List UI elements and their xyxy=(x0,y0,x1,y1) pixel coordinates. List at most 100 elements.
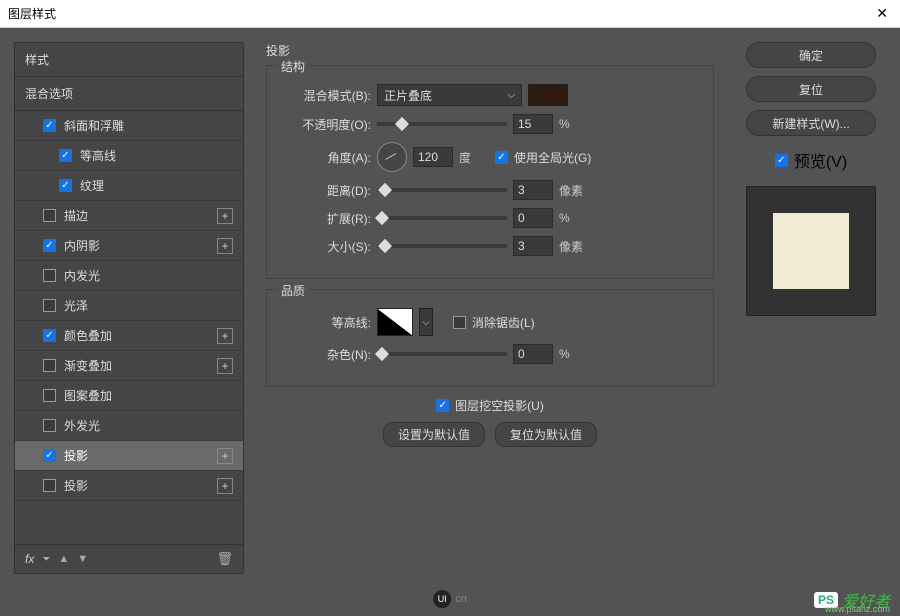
style-checkbox[interactable] xyxy=(43,359,56,372)
styles-header[interactable]: 样式 xyxy=(15,43,243,77)
size-label: 大小(S): xyxy=(281,238,371,255)
style-item-12[interactable]: 投影+ xyxy=(15,471,243,501)
style-item-7[interactable]: 颜色叠加+ xyxy=(15,321,243,351)
opacity-unit: % xyxy=(559,117,589,131)
style-checkbox[interactable] xyxy=(59,179,72,192)
distance-unit: 像素 xyxy=(559,182,589,199)
make-default-button[interactable]: 设置为默认值 xyxy=(383,422,485,447)
quality-fieldset: 品质 等高线: ⌵ 消除锯齿(L) 杂色(N): % xyxy=(266,289,714,387)
style-checkbox[interactable] xyxy=(43,299,56,312)
style-item-4[interactable]: 内阴影+ xyxy=(15,231,243,261)
distance-label: 距离(D): xyxy=(281,182,371,199)
noise-input[interactable] xyxy=(513,344,553,364)
antialias-label: 消除锯齿(L) xyxy=(472,314,535,331)
style-item-3[interactable]: 描边+ xyxy=(15,201,243,231)
global-light-checkbox[interactable] xyxy=(495,151,508,164)
noise-unit: % xyxy=(559,347,589,361)
style-checkbox[interactable] xyxy=(43,389,56,402)
style-checkbox[interactable] xyxy=(43,419,56,432)
style-label: 投影 xyxy=(64,477,217,494)
structure-fieldset: 结构 混合模式(B): 正片叠底 不透明度(O): % 角度(A): 度 使用全… xyxy=(266,65,714,279)
angle-input[interactable] xyxy=(413,147,453,167)
settings-panel: 投影 结构 混合模式(B): 正片叠底 不透明度(O): % 角度(A): 度 xyxy=(258,42,722,574)
new-style-button[interactable]: 新建样式(W)... xyxy=(746,110,876,136)
quality-legend: 品质 xyxy=(277,282,309,299)
angle-unit: 度 xyxy=(459,149,489,166)
style-label: 纹理 xyxy=(80,177,233,194)
style-label: 图案叠加 xyxy=(64,387,233,404)
style-item-2[interactable]: 纹理 xyxy=(15,171,243,201)
style-label: 颜色叠加 xyxy=(64,327,217,344)
style-item-6[interactable]: 光泽 xyxy=(15,291,243,321)
plus-icon[interactable]: + xyxy=(217,208,233,224)
trash-icon[interactable]: 🗑 xyxy=(216,551,233,567)
style-label: 内发光 xyxy=(64,267,233,284)
action-panel: 确定 复位 新建样式(W)... 预览(V) xyxy=(736,42,886,574)
spread-unit: % xyxy=(559,211,589,225)
style-item-5[interactable]: 内发光 xyxy=(15,261,243,291)
style-label: 斜面和浮雕 xyxy=(64,117,233,134)
contour-picker[interactable] xyxy=(377,308,413,336)
style-label: 光泽 xyxy=(64,297,233,314)
arrow-down-icon[interactable]: ▼ xyxy=(77,553,88,565)
style-label: 等高线 xyxy=(80,147,233,164)
fx-caret-icon[interactable]: ⏷ xyxy=(42,554,50,565)
style-checkbox[interactable] xyxy=(43,449,56,462)
angle-dial[interactable] xyxy=(377,142,407,172)
contour-label: 等高线: xyxy=(281,314,371,331)
style-checkbox[interactable] xyxy=(43,119,56,132)
ui-logo-icon: UI xyxy=(433,590,451,608)
antialias-checkbox[interactable] xyxy=(453,316,466,329)
opacity-label: 不透明度(O): xyxy=(281,116,371,133)
knockout-checkbox[interactable] xyxy=(436,399,449,412)
style-item-1[interactable]: 等高线 xyxy=(15,141,243,171)
style-label: 外发光 xyxy=(64,417,233,434)
style-checkbox[interactable] xyxy=(43,329,56,342)
style-checkbox[interactable] xyxy=(43,269,56,282)
style-item-9[interactable]: 图案叠加 xyxy=(15,381,243,411)
style-item-8[interactable]: 渐变叠加+ xyxy=(15,351,243,381)
style-item-11[interactable]: 投影+ xyxy=(15,441,243,471)
opacity-slider[interactable] xyxy=(377,122,507,126)
preview-label: 预览(V) xyxy=(794,148,847,172)
reset-default-button[interactable]: 复位为默认值 xyxy=(495,422,597,447)
preview-checkbox[interactable] xyxy=(775,154,788,167)
plus-icon[interactable]: + xyxy=(217,448,233,464)
blend-mode-label: 混合模式(B): xyxy=(281,87,371,104)
plus-icon[interactable]: + xyxy=(217,358,233,374)
distance-input[interactable] xyxy=(513,180,553,200)
window-title: 图层样式 xyxy=(8,5,56,22)
blend-options[interactable]: 混合选项 xyxy=(15,77,243,111)
color-swatch[interactable] xyxy=(528,84,568,106)
size-unit: 像素 xyxy=(559,238,589,255)
style-checkbox[interactable] xyxy=(59,149,72,162)
opacity-input[interactable] xyxy=(513,114,553,134)
section-title: 投影 xyxy=(266,42,714,59)
cancel-button[interactable]: 复位 xyxy=(746,76,876,102)
noise-slider[interactable] xyxy=(377,352,507,356)
size-slider[interactable] xyxy=(377,244,507,248)
spread-slider[interactable] xyxy=(377,216,507,220)
styles-panel: 样式 混合选项 斜面和浮雕等高线纹理描边+内阴影+内发光光泽颜色叠加+渐变叠加+… xyxy=(14,42,244,574)
style-checkbox[interactable] xyxy=(43,479,56,492)
arrow-up-icon[interactable]: ▲ xyxy=(58,553,69,565)
spread-input[interactable] xyxy=(513,208,553,228)
style-checkbox[interactable] xyxy=(43,209,56,222)
distance-slider[interactable] xyxy=(377,188,507,192)
style-label: 描边 xyxy=(64,207,217,224)
plus-icon[interactable]: + xyxy=(217,328,233,344)
blend-mode-dropdown[interactable]: 正片叠底 xyxy=(377,84,522,106)
plus-icon[interactable]: + xyxy=(217,478,233,494)
style-item-0[interactable]: 斜面和浮雕 xyxy=(15,111,243,141)
style-item-10[interactable]: 外发光 xyxy=(15,411,243,441)
style-label: 渐变叠加 xyxy=(64,357,217,374)
fx-label[interactable]: fx xyxy=(25,552,34,566)
style-checkbox[interactable] xyxy=(43,239,56,252)
ok-button[interactable]: 确定 xyxy=(746,42,876,68)
plus-icon[interactable]: + xyxy=(217,238,233,254)
contour-dropdown-icon[interactable]: ⌵ xyxy=(419,308,433,336)
angle-label: 角度(A): xyxy=(281,149,371,166)
size-input[interactable] xyxy=(513,236,553,256)
close-icon[interactable]: ✕ xyxy=(872,5,892,22)
preview-box xyxy=(746,186,876,316)
